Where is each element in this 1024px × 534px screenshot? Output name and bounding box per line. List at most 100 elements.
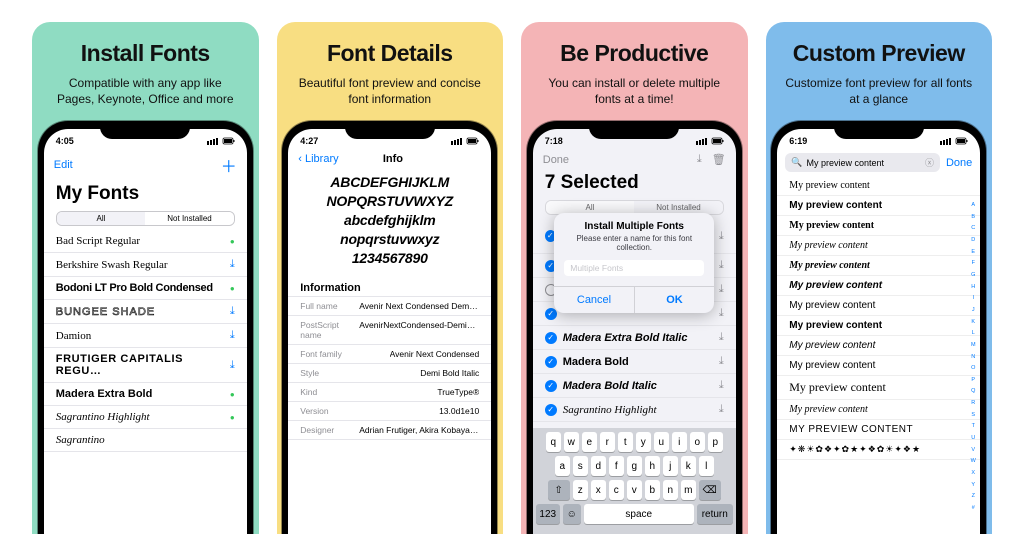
preview-row[interactable]: My preview content: [777, 316, 980, 336]
index-letter[interactable]: Y: [969, 482, 977, 488]
preview-row[interactable]: My preview content: [777, 236, 980, 256]
key-return[interactable]: return: [697, 504, 733, 524]
key[interactable]: ⇧: [548, 480, 570, 500]
modal-input[interactable]: Multiple Fonts: [564, 260, 704, 276]
index-letter[interactable]: T: [969, 423, 977, 429]
preview-row[interactable]: My preview content: [777, 216, 980, 236]
index-letter[interactable]: S: [969, 412, 977, 418]
key[interactable]: m: [681, 480, 696, 500]
font-row[interactable]: Damion⤓: [44, 324, 247, 348]
checkbox[interactable]: [545, 404, 557, 416]
done-button[interactable]: Done: [946, 157, 972, 169]
preview-row[interactable]: MY PREVIEW CONTENT: [777, 420, 980, 440]
index-letter[interactable]: P: [969, 377, 977, 383]
index-letter[interactable]: X: [969, 470, 977, 476]
key[interactable]: r: [600, 432, 615, 452]
index-letter[interactable]: F: [969, 260, 977, 266]
index-letter[interactable]: I: [969, 295, 977, 301]
key[interactable]: j: [663, 456, 678, 476]
search-input[interactable]: 🔍 My preview content ⓧ: [785, 153, 940, 172]
key[interactable]: a: [555, 456, 570, 476]
selectable-font-row[interactable]: Madera Extra Bold Italic⤓: [533, 326, 736, 350]
index-letter[interactable]: O: [969, 365, 977, 371]
index-letter[interactable]: U: [969, 435, 977, 441]
key[interactable]: q: [546, 432, 561, 452]
preview-row[interactable]: My preview content: [777, 336, 980, 356]
font-row[interactable]: FRUTIGER CAPITALIS REGU…⤓: [44, 348, 247, 383]
index-letter[interactable]: Z: [969, 493, 977, 499]
index-letter[interactable]: E: [969, 249, 977, 255]
index-letter[interactable]: H: [969, 284, 977, 290]
index-letter[interactable]: L: [969, 330, 977, 336]
index-bar[interactable]: ABCDEFGHIJKLMNOPQRSTUVWXYZ#: [969, 199, 977, 514]
key[interactable]: w: [564, 432, 579, 452]
key[interactable]: t: [618, 432, 633, 452]
font-row[interactable]: BUNGEE SHADE⤓: [44, 300, 247, 324]
key[interactable]: n: [663, 480, 678, 500]
keyboard[interactable]: qwertyuiop asdfghjkl ⇧zxcvbnm⌫ 123 ☺ spa…: [533, 428, 736, 534]
key[interactable]: p: [708, 432, 723, 452]
preview-row[interactable]: My preview content: [777, 176, 980, 196]
preview-row[interactable]: My preview content: [777, 256, 980, 276]
preview-row[interactable]: My preview content: [777, 196, 980, 216]
key[interactable]: f: [609, 456, 624, 476]
checkbox[interactable]: [545, 308, 557, 320]
checkbox[interactable]: [545, 356, 557, 368]
index-letter[interactable]: C: [969, 225, 977, 231]
index-letter[interactable]: B: [969, 214, 977, 220]
key[interactable]: s: [573, 456, 588, 476]
key[interactable]: e: [582, 432, 597, 452]
preview-row[interactable]: My preview content: [777, 400, 980, 420]
key[interactable]: i: [672, 432, 687, 452]
index-letter[interactable]: Q: [969, 388, 977, 394]
preview-row[interactable]: My preview content: [777, 276, 980, 296]
key[interactable]: h: [645, 456, 660, 476]
key[interactable]: k: [681, 456, 696, 476]
back-button[interactable]: ‹ Library: [298, 153, 338, 165]
key[interactable]: ⌫: [699, 480, 721, 500]
cancel-button[interactable]: Cancel: [554, 287, 634, 313]
font-row[interactable]: Sagrantino: [44, 429, 247, 452]
index-letter[interactable]: N: [969, 354, 977, 360]
done-button[interactable]: Done: [543, 154, 569, 166]
clear-icon[interactable]: ⓧ: [925, 156, 934, 169]
selectable-font-row[interactable]: Madera Bold Italic⤓: [533, 374, 736, 398]
index-letter[interactable]: G: [969, 272, 977, 278]
key[interactable]: u: [654, 432, 669, 452]
font-row[interactable]: Bad Script Regular●: [44, 230, 247, 253]
font-row[interactable]: Bodoni LT Pro Bold Condensed●: [44, 277, 247, 300]
key[interactable]: y: [636, 432, 651, 452]
key-123[interactable]: 123: [536, 504, 560, 524]
font-row[interactable]: Sagrantino Highlight●: [44, 406, 247, 429]
index-letter[interactable]: R: [969, 400, 977, 406]
index-letter[interactable]: #: [969, 505, 977, 511]
download-icon[interactable]: ⤓: [697, 153, 702, 166]
ok-button[interactable]: OK: [634, 287, 715, 313]
font-row[interactable]: Madera Extra Bold●: [44, 383, 247, 406]
key[interactable]: o: [690, 432, 705, 452]
key[interactable]: z: [573, 480, 588, 500]
selectable-font-row[interactable]: Madera Bold⤓: [533, 350, 736, 374]
key[interactable]: b: [645, 480, 660, 500]
index-letter[interactable]: D: [969, 237, 977, 243]
index-letter[interactable]: V: [969, 447, 977, 453]
index-letter[interactable]: A: [969, 202, 977, 208]
key[interactable]: c: [609, 480, 624, 500]
key[interactable]: l: [699, 456, 714, 476]
trash-icon[interactable]: 🗑: [712, 153, 726, 166]
segment-not-installed[interactable]: Not Installed: [145, 212, 234, 225]
key-space[interactable]: space: [584, 504, 694, 524]
checkbox[interactable]: [545, 380, 557, 392]
edit-button[interactable]: Edit: [54, 159, 73, 171]
segment-all[interactable]: All: [57, 212, 146, 225]
key[interactable]: x: [591, 480, 606, 500]
preview-row[interactable]: My preview content: [777, 376, 980, 400]
key-emoji[interactable]: ☺: [563, 504, 581, 524]
preview-row[interactable]: My preview content: [777, 356, 980, 376]
index-letter[interactable]: W: [969, 458, 977, 464]
key[interactable]: g: [627, 456, 642, 476]
font-row[interactable]: Berkshire Swash Regular⤓: [44, 253, 247, 277]
add-button[interactable]: ＋: [221, 153, 237, 177]
selectable-font-row[interactable]: Sagrantino Highlight⤓: [533, 398, 736, 422]
segmented-control[interactable]: All Not Installed: [56, 211, 235, 226]
